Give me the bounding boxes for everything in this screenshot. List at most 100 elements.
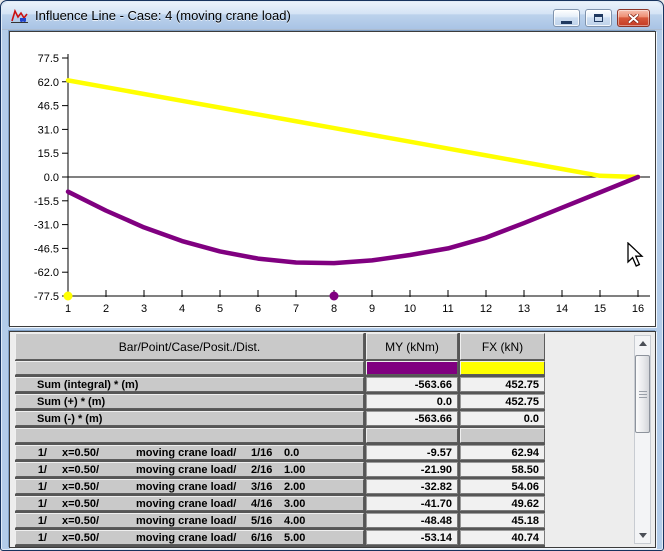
window-controls <box>553 9 650 27</box>
svg-text:5: 5 <box>217 303 223 315</box>
svg-text:16: 16 <box>632 303 644 315</box>
close-button[interactable] <box>617 9 650 27</box>
table-row[interactable]: 1/ x=0.50/ moving crane load/ 2/16 1.00 … <box>15 462 545 477</box>
svg-text:2: 2 <box>103 303 109 315</box>
svg-text:-31.0: -31.0 <box>34 220 59 232</box>
series-color-row <box>15 361 545 375</box>
close-icon <box>628 13 639 23</box>
header-fx[interactable]: FX (kN) <box>460 333 545 360</box>
section-position: x=0.50/ <box>62 481 100 493</box>
restore-icon <box>594 14 603 22</box>
bar-id: 1/ <box>37 532 47 544</box>
svg-text:9: 9 <box>369 303 375 315</box>
sum-label: Sum (+) * (m) <box>37 396 106 408</box>
bar-id: 1/ <box>37 447 47 459</box>
table-row[interactable]: 1/ x=0.50/ moving crane load/ 1/16 0.0 -… <box>15 445 545 460</box>
bar-id: 1/ <box>37 498 47 510</box>
distance: 0.0 <box>284 447 300 459</box>
sum-my-value: -563.66 <box>366 411 458 426</box>
my-value: -21.90 <box>366 462 458 477</box>
position-fraction: 3/16 <box>251 481 273 493</box>
svg-text:62.0: 62.0 <box>38 77 59 89</box>
section-position: x=0.50/ <box>62 447 100 459</box>
sum-label: Sum (-) * (m) <box>37 413 103 425</box>
scroll-down-icon <box>638 533 647 538</box>
table-row[interactable]: 1/ x=0.50/ moving crane load/ 3/16 2.00 … <box>15 479 545 494</box>
case-name: moving crane load/ <box>136 532 237 544</box>
table-row-spacer <box>15 428 545 443</box>
section-position: x=0.50/ <box>62 464 100 476</box>
sum-fx-value: 452.75 <box>460 377 545 392</box>
table-row-sum-integral[interactable]: Sum (integral) * (m) -563.66 452.75 <box>15 377 545 392</box>
scroll-up-icon <box>638 341 647 346</box>
fx-series-color-swatch <box>460 361 545 375</box>
distance: 5.00 <box>284 532 306 544</box>
svg-text:15.5: 15.5 <box>38 148 59 160</box>
case-name: moving crane load/ <box>136 481 237 493</box>
case-name: moving crane load/ <box>136 464 237 476</box>
svg-text:10: 10 <box>404 303 416 315</box>
sum-fx-value: 452.75 <box>460 394 545 409</box>
header-bar-point-case[interactable]: Bar/Point/Case/Posit./Dist. <box>15 333 364 360</box>
table-row[interactable]: 1/ x=0.50/ moving crane load/ 5/16 4.00 … <box>15 513 545 528</box>
header-my[interactable]: MY (kNm) <box>366 333 458 360</box>
svg-text:-15.5: -15.5 <box>34 196 59 208</box>
table-row[interactable]: 1/ x=0.50/ moving crane load/ 4/16 3.00 … <box>15 496 545 511</box>
table-vertical-scrollbar[interactable] <box>634 335 651 544</box>
svg-text:46.5: 46.5 <box>38 101 59 113</box>
chart-plot: 77.5 62.0 46.5 31.0 15.5 0.0 -15.5 -31.0 -46.5 -6… <box>34 53 650 315</box>
sum-my-value: 0.0 <box>366 394 458 409</box>
bar-id: 1/ <box>37 464 47 476</box>
svg-text:13: 13 <box>518 303 530 315</box>
influence-line-chart: 77.5 62.0 46.5 31.0 15.5 0.0 -15.5 -31.0 -46.5 -6… <box>9 31 656 327</box>
minimize-button[interactable] <box>553 9 580 27</box>
sum-my-value: -563.66 <box>366 377 458 392</box>
svg-text:7: 7 <box>293 303 299 315</box>
svg-text:77.5: 77.5 <box>38 53 59 65</box>
distance: 3.00 <box>284 498 306 510</box>
influence-line-window: Influence Line - Case: 4 (moving crane l… <box>0 0 664 551</box>
distance: 4.00 <box>284 515 306 527</box>
my-value: -32.82 <box>366 479 458 494</box>
my-value: -48.48 <box>366 513 458 528</box>
svg-text:31.0: 31.0 <box>38 124 59 136</box>
results-table: Bar/Point/Case/Posit./Dist. MY (kNm) FX … <box>15 333 545 548</box>
bar-id: 1/ <box>37 481 47 493</box>
table-row[interactable]: 1/ x=0.50/ moving crane load/ 6/16 5.00 … <box>15 530 545 545</box>
my-value: -41.70 <box>366 496 458 511</box>
svg-text:11: 11 <box>442 303 453 315</box>
svg-text:15: 15 <box>594 303 606 315</box>
position-fraction: 4/16 <box>251 498 273 510</box>
svg-text:-62.0: -62.0 <box>34 267 59 279</box>
position-fraction: 5/16 <box>251 515 273 527</box>
table-row-sum-positive[interactable]: Sum (+) * (m) 0.0 452.75 <box>15 394 545 409</box>
section-position: x=0.50/ <box>62 532 100 544</box>
case-name: moving crane load/ <box>136 498 237 510</box>
distance: 1.00 <box>284 464 306 476</box>
influence-line-chart-icon <box>10 8 30 24</box>
svg-text:6: 6 <box>255 303 261 315</box>
position-fraction: 1/16 <box>251 447 273 459</box>
fx-value: 49.62 <box>460 496 545 511</box>
results-table-panel: Bar/Point/Case/Posit./Dist. MY (kNm) FX … <box>9 331 656 548</box>
scrollbar-thumb[interactable] <box>635 355 650 433</box>
sum-label: Sum (integral) * (m) <box>37 379 139 391</box>
svg-text:8: 8 <box>331 303 337 315</box>
titlebar[interactable]: Influence Line - Case: 4 (moving crane l… <box>2 2 662 30</box>
section-position: x=0.50/ <box>62 515 100 527</box>
fx-value: 62.94 <box>460 445 545 460</box>
scrollbar-grip-icon <box>638 390 647 398</box>
fx-value: 58.50 <box>460 462 545 477</box>
bar-id: 1/ <box>37 515 47 527</box>
section-position: x=0.50/ <box>62 498 100 510</box>
svg-text:14: 14 <box>556 303 568 315</box>
fx-value: 45.18 <box>460 513 545 528</box>
table-header-row[interactable]: Bar/Point/Case/Posit./Dist. MY (kNm) FX … <box>15 333 545 360</box>
scroll-down-button[interactable] <box>635 528 650 543</box>
svg-text:12: 12 <box>480 303 492 315</box>
restore-button[interactable] <box>585 9 612 27</box>
scroll-up-button[interactable] <box>635 336 650 351</box>
svg-text:3: 3 <box>141 303 147 315</box>
table-row-sum-negative[interactable]: Sum (-) * (m) -563.66 0.0 <box>15 411 545 426</box>
table-row-partial <box>15 547 545 548</box>
